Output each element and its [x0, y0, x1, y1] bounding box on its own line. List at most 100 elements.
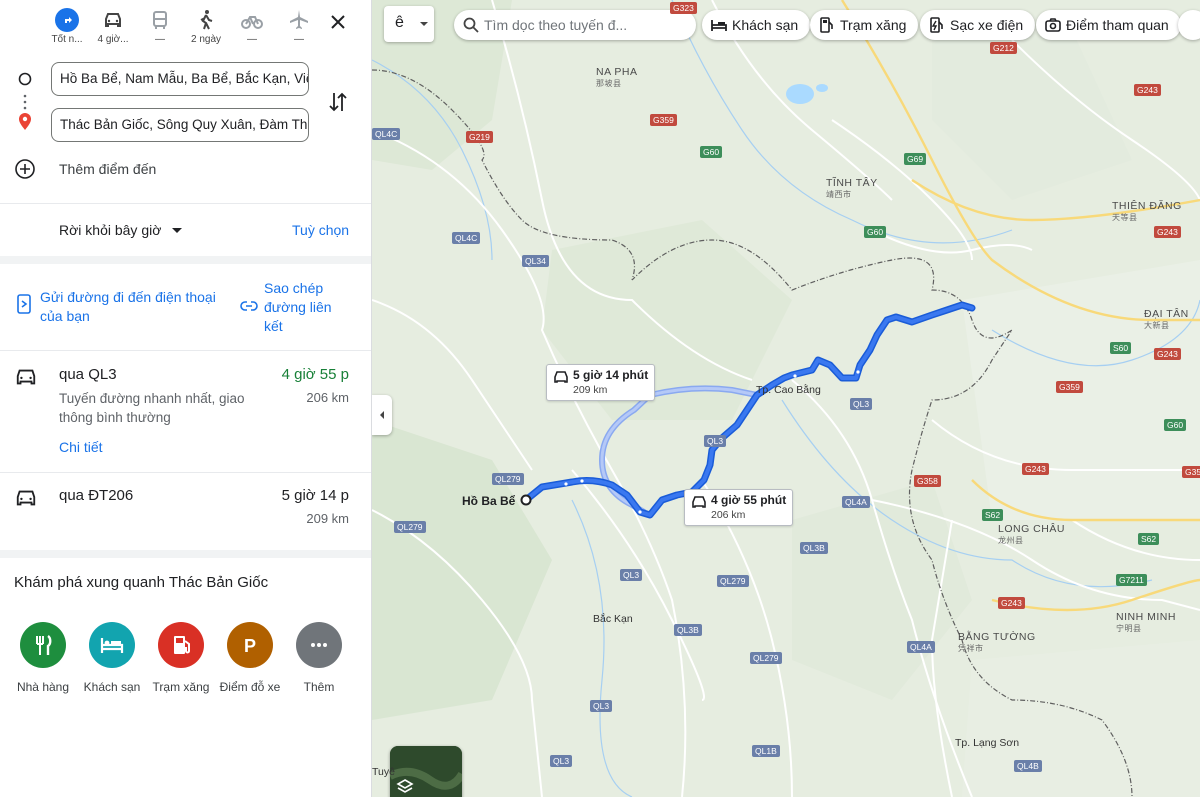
mode-transit[interactable]: —	[137, 6, 183, 50]
options-link[interactable]: Tuỳ chọn	[292, 222, 349, 238]
road-shield: G60	[700, 146, 723, 158]
chip-label: Sạc xe điện	[950, 17, 1024, 33]
road-shield: G7211	[1116, 574, 1147, 586]
language-label: ê	[395, 14, 404, 31]
mode-label: Tốt n...	[51, 34, 83, 45]
mode-best[interactable]: Tốt n...	[44, 6, 90, 50]
place-label: BẰNG TƯỜNG 凭祥市	[958, 631, 1036, 653]
category-label: Điểm đỗ xe	[219, 680, 281, 694]
send-to-phone-link[interactable]: Gửi đường đi đến điện thoại của bạn	[40, 288, 220, 326]
category-label: Nhà hàng	[16, 680, 70, 694]
more-icon	[296, 622, 342, 668]
road-shield: G69	[904, 153, 927, 165]
road-shield: G219	[466, 131, 493, 143]
svg-text:P: P	[244, 636, 256, 656]
walk-icon	[194, 8, 218, 32]
destination-input[interactable]: Thác Bản Giốc, Sông Quy Xuân, Đàm Thủy	[51, 108, 309, 142]
explore-title: Khám phá xung quanh Thác Bản Giốc	[14, 574, 269, 591]
add-stop-icon[interactable]	[14, 158, 36, 185]
alt-route-tag[interactable]: 5 giờ 14 phút 209 km	[546, 364, 656, 401]
depart-label: Rời khỏi bây giờ	[59, 222, 162, 238]
road-label: QL279	[750, 652, 782, 664]
route-distance: 209 km	[306, 511, 349, 526]
road-shield: S62	[1138, 533, 1160, 545]
chip-gas[interactable]: Trạm xăng	[810, 10, 919, 40]
search-placeholder: Tìm dọc theo tuyến đ...	[484, 17, 628, 33]
divider	[0, 350, 371, 351]
mode-label: —	[294, 34, 304, 45]
copy-link[interactable]: Sao chép đường liên kết	[264, 279, 344, 336]
chip-label: Trạm xăng	[840, 17, 907, 33]
directions-panel: Tốt n... 4 giờ... — 2 ngày — — Hồ Ba Bể,…	[0, 0, 372, 797]
hotel-icon	[89, 622, 135, 668]
place-label: Tuyê	[372, 766, 395, 778]
fast-route-tag[interactable]: 4 giờ 55 phút 206 km	[684, 489, 794, 526]
mode-bike[interactable]: —	[229, 6, 275, 50]
mode-label: 2 ngày	[190, 34, 222, 45]
explore-hotels[interactable]: Khách sạn	[77, 622, 147, 694]
mode-car[interactable]: 4 giờ...	[90, 6, 136, 50]
road-shield: G359	[650, 114, 677, 126]
chip-attractions[interactable]: Điểm tham quan	[1036, 10, 1181, 40]
section-separator	[0, 256, 371, 264]
road-shield: G212	[990, 42, 1017, 54]
route-time: 5 giờ 14 p	[281, 487, 349, 504]
section-separator	[0, 550, 371, 558]
chevron-left-icon	[380, 411, 384, 419]
road-label: QL1B	[752, 745, 780, 757]
route-distance: 206 km	[306, 390, 349, 405]
road-shield: G243	[1154, 348, 1181, 360]
swap-icon	[329, 92, 347, 112]
road-label: QL4C	[372, 128, 401, 140]
place-label: LONG CHÂU 龙州县	[998, 523, 1065, 545]
depart-time-select[interactable]: Rời khỏi bây giờ	[59, 222, 183, 238]
road-shield: G60	[1164, 419, 1187, 431]
route-details-link[interactable]: Chi tiết	[59, 439, 103, 455]
road-label: QL4C	[452, 232, 481, 244]
explore-gas[interactable]: Trạm xăng	[146, 622, 216, 694]
bus-icon	[148, 8, 172, 32]
mode-label: —	[155, 34, 165, 45]
camera-icon	[1045, 18, 1061, 32]
language-button[interactable]: ê	[384, 6, 434, 42]
close-button[interactable]	[324, 8, 352, 36]
road-label: QL3	[850, 398, 873, 410]
alt-route-distance: 209 km	[573, 384, 608, 396]
category-label: Trạm xăng	[152, 680, 210, 694]
mode-label: —	[247, 34, 257, 45]
explore-parking[interactable]: P Điểm đỗ xe	[215, 622, 285, 694]
place-label: Tp. Lạng Sơn	[955, 737, 1020, 749]
add-stop-label[interactable]: Thêm điểm đến	[59, 161, 156, 177]
layers-button[interactable]	[390, 746, 462, 797]
more-chips-button[interactable]	[1178, 10, 1200, 40]
swap-button[interactable]	[324, 88, 352, 121]
map-canvas[interactable]: ê Tìm dọc theo tuyến đ... Khách sạn Trạm…	[372, 0, 1200, 797]
chip-label: Khách sạn	[732, 17, 799, 33]
place-label: ĐẠI TÂN 大新县	[1144, 308, 1189, 330]
dropdown-arrow-icon	[172, 228, 183, 233]
dropdown-arrow-icon	[420, 22, 428, 26]
road-label: QL4B	[1014, 760, 1042, 772]
explore-more[interactable]: Thêm	[284, 622, 354, 694]
chip-ev-charging[interactable]: Sạc xe điện	[920, 10, 1036, 40]
fast-route-time: 4 giờ 55 phút	[711, 493, 787, 507]
search-icon	[463, 17, 479, 33]
mode-flight[interactable]: —	[276, 6, 322, 50]
road-label: QL4A	[842, 496, 870, 508]
directions-icon	[55, 8, 79, 32]
road-shield: G323	[670, 2, 697, 14]
alt-route-time: 5 giờ 14 phút	[573, 368, 649, 382]
hotel-icon	[711, 20, 727, 31]
phone-send-icon	[16, 294, 32, 319]
car-icon	[15, 488, 37, 513]
explore-restaurants[interactable]: Nhà hàng	[8, 622, 78, 694]
origin-input[interactable]: Hồ Ba Bể, Nam Mẫu, Ba Bể, Bắc Kạn, Việt …	[51, 62, 309, 96]
mode-label: 4 giờ...	[97, 34, 129, 45]
road-shield: G359	[1056, 381, 1083, 393]
route-time: 4 giờ 55 p	[281, 366, 349, 383]
collapse-panel-button[interactable]	[372, 395, 392, 435]
mode-walk[interactable]: 2 ngày	[183, 6, 229, 50]
route-search[interactable]: Tìm dọc theo tuyến đ...	[454, 10, 696, 40]
origin-label: Hồ Ba Bể	[462, 494, 516, 508]
chip-hotels[interactable]: Khách sạn	[702, 10, 811, 40]
